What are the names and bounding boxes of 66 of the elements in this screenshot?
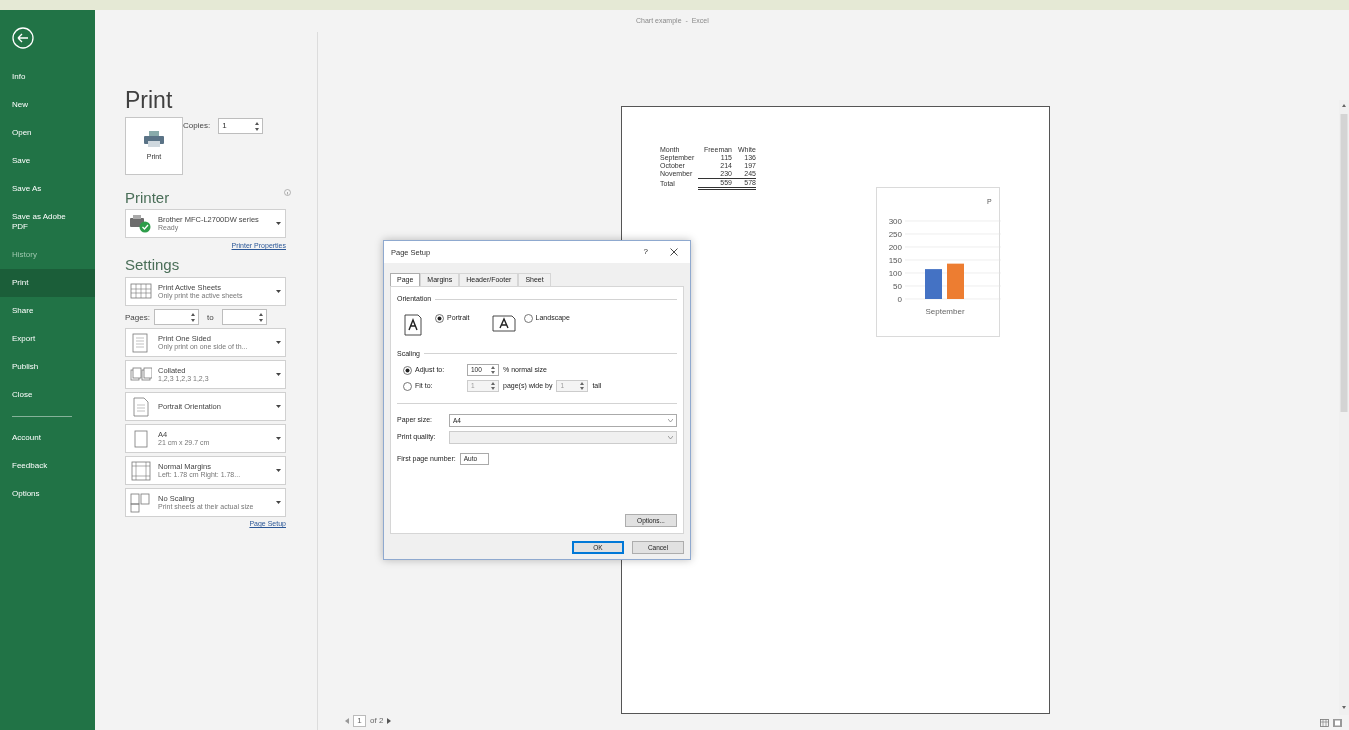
spinner-arrows-icon[interactable] <box>580 382 585 391</box>
grid-icon <box>130 281 152 302</box>
page-to-field[interactable] <box>221 309 267 326</box>
nav-item[interactable]: Save As <box>0 175 95 203</box>
nav-item[interactable]: Open <box>0 119 95 147</box>
chevron-down-icon <box>668 436 673 440</box>
axis-tick-label: 150 <box>888 256 902 265</box>
page-layout-icon[interactable] <box>1332 719 1342 727</box>
nav-item[interactable]: Save <box>0 147 95 175</box>
axis-tick-label: 50 <box>893 282 902 291</box>
spinner-arrows-icon[interactable] <box>258 312 263 322</box>
to-label: to <box>206 312 214 323</box>
caret-icon <box>276 373 281 377</box>
spinner-arrows-icon[interactable] <box>491 366 495 375</box>
caret-icon <box>276 405 281 409</box>
document-icon <box>130 396 152 417</box>
axis-tick-label: 300 <box>888 217 902 226</box>
radio-icon[interactable] <box>403 381 412 391</box>
caret-icon <box>276 469 281 473</box>
nav-item[interactable]: Feedback <box>0 452 95 480</box>
axis-tick-label: 250 <box>888 230 902 239</box>
spinner-arrows-icon[interactable] <box>491 382 495 391</box>
nav-item[interactable]: Options <box>0 480 95 508</box>
pages-label: Pages: <box>125 312 150 323</box>
margins-icon <box>130 460 152 481</box>
caret-icon <box>276 290 281 294</box>
nav-item[interactable]: Publish <box>0 353 95 381</box>
page-from-field[interactable] <box>153 309 199 326</box>
copies-field[interactable]: 1 <box>218 118 264 134</box>
help-button[interactable]: ? <box>643 247 648 257</box>
printer-icon <box>144 130 164 147</box>
back-button[interactable] <box>12 27 34 49</box>
nav-item[interactable]: Save as Adobe PDF <box>0 203 95 241</box>
scaling-icon <box>130 492 152 513</box>
nav-item[interactable]: New <box>0 91 95 119</box>
chevron-down-icon <box>668 419 673 423</box>
axis-tick-label: 200 <box>888 243 902 252</box>
axis-tick-label: 0 <box>897 295 902 304</box>
category-label: September <box>925 307 965 316</box>
nav-item[interactable]: Close <box>0 381 95 409</box>
axis-tick-label: 100 <box>888 269 902 278</box>
radio-icon[interactable] <box>435 313 444 323</box>
caret-icon <box>276 341 281 345</box>
caret-icon <box>276 222 281 225</box>
nav-item[interactable]: Share <box>0 297 95 325</box>
radio-icon[interactable] <box>403 365 412 375</box>
radio-icon[interactable] <box>523 313 533 323</box>
next-page-icon[interactable] <box>387 718 392 724</box>
nav-item[interactable]: Export <box>0 325 95 353</box>
nav-item[interactable]: Print <box>0 269 95 297</box>
page-number-field[interactable]: 1 <box>353 715 366 727</box>
previous-page-icon[interactable] <box>345 718 349 724</box>
spinner-arrows-icon[interactable] <box>255 121 260 131</box>
page-count: of 2 <box>370 716 384 726</box>
caret-icon <box>276 437 281 441</box>
nav-item[interactable]: Info <box>0 63 95 91</box>
section-heading: Settings <box>125 256 180 275</box>
section-heading: Printer <box>125 189 170 207</box>
spinner-arrows-icon[interactable] <box>190 312 195 322</box>
copies-label: Copies: <box>183 121 211 131</box>
caret-icon <box>276 501 281 505</box>
normal-view-icon[interactable] <box>1319 719 1329 727</box>
nav-item[interactable]: Account <box>0 424 95 452</box>
printer-icon <box>130 214 152 233</box>
page-heading: Print <box>125 87 173 113</box>
close-icon[interactable] <box>670 248 678 256</box>
